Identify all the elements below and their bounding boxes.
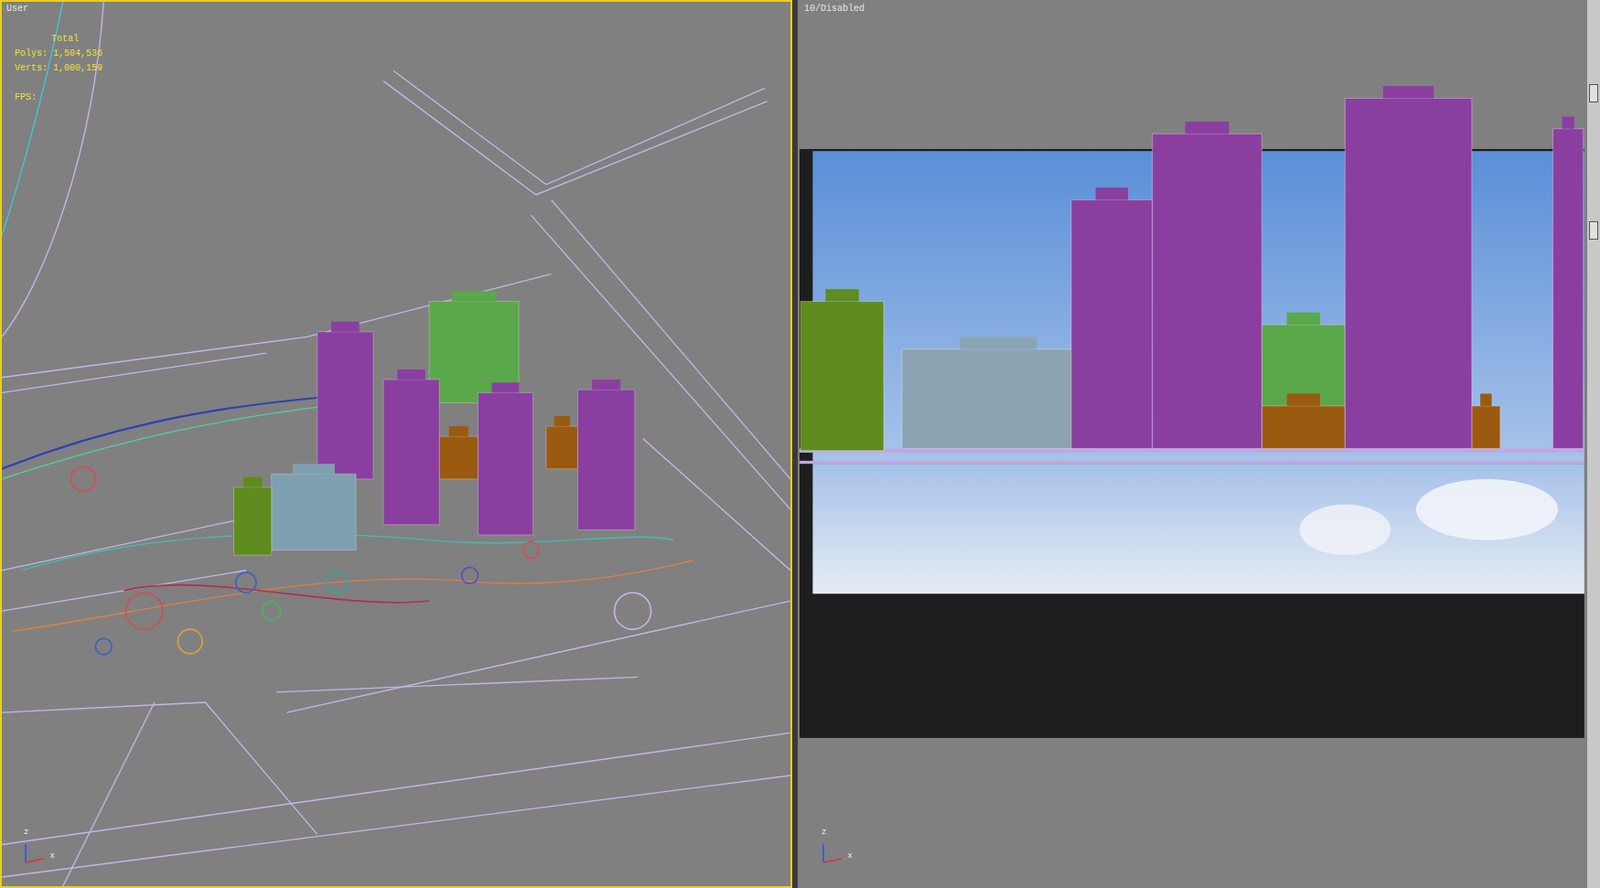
axis-gizmo-icon: zx (817, 833, 855, 867)
scene-canvas[interactable] (1, 1, 791, 887)
camera-viewport[interactable]: 10/Disabled zx (797, 0, 1588, 888)
camera-canvas[interactable] (799, 1, 1586, 887)
axis-gizmo-icon: zx (20, 833, 57, 867)
side-strip (1587, 0, 1600, 888)
max-viewports: User TotalPolys: 1,504,536Verts: 1,000,15… (0, 0, 1600, 888)
perspective-viewport[interactable]: User TotalPolys: 1,504,536Verts: 1,000,15… (0, 0, 793, 888)
viewport-label[interactable]: User (6, 3, 29, 14)
strip-button[interactable] (1589, 221, 1599, 240)
viewport-label[interactable]: 10/Disabled (804, 3, 865, 14)
strip-button[interactable] (1589, 84, 1599, 103)
stats-overlay: TotalPolys: 1,504,536Verts: 1,000,159FPS… (14, 32, 103, 106)
